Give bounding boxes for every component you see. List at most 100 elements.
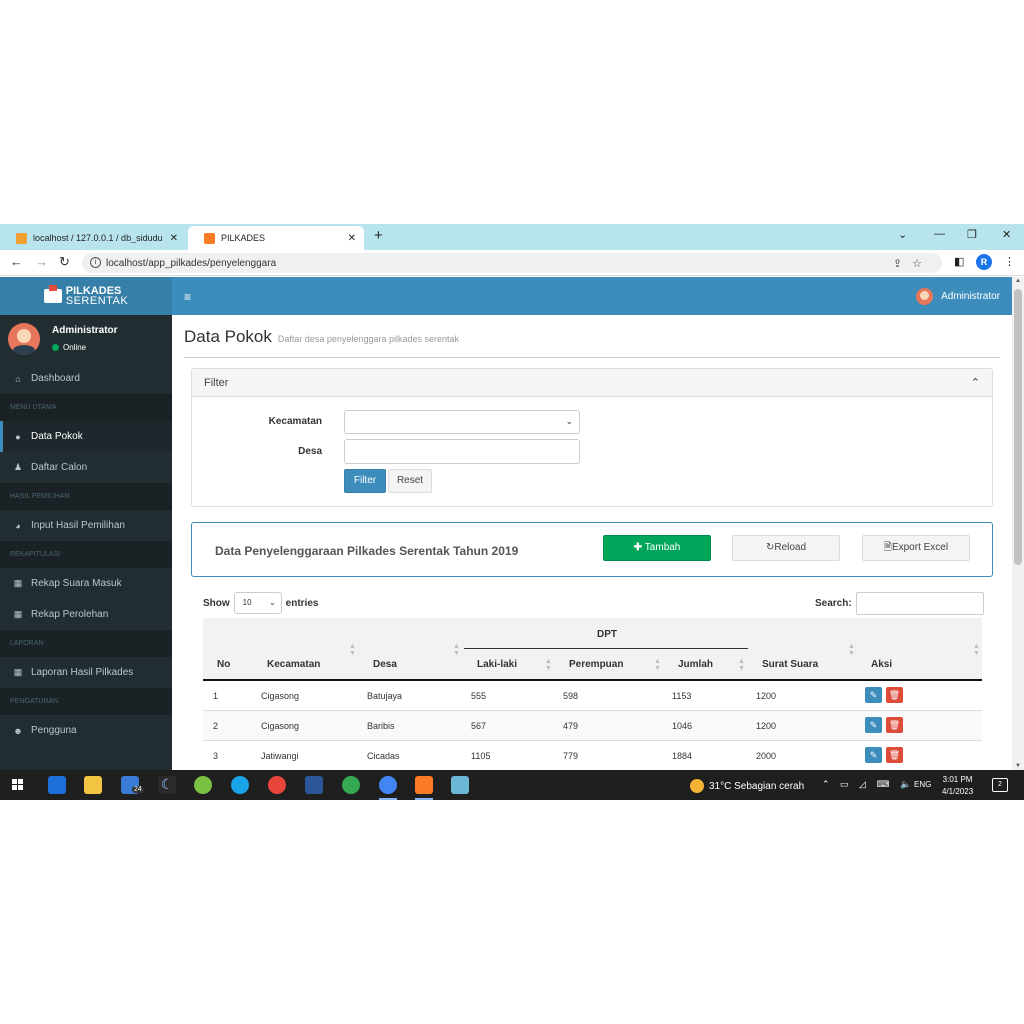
sidebar-item-rekap-perolehan[interactable]: ▦ Rekap Perolehan (0, 599, 172, 630)
user-menu[interactable]: Administrator (916, 288, 1000, 305)
xampp-taskbar-icon[interactable] (415, 776, 433, 794)
sidebar-item-label: Rekap Suara Masuk (31, 578, 122, 589)
page-scrollbar[interactable]: ▲ ▼ (1012, 277, 1024, 770)
column-header-laki-laki[interactable]: Laki-laki (477, 659, 517, 670)
site-info-icon[interactable]: i (90, 257, 101, 268)
delete-trash-icon[interactable]: 🗑 (886, 747, 903, 763)
sidebar-item-daftar-calon[interactable]: ♟ Daftar Calon (0, 452, 172, 483)
notification-icon[interactable]: 2 (992, 778, 1008, 792)
app-window: PILKADES SERENTAK Administrator Online ⌂… (0, 277, 1012, 770)
export-excel-button[interactable]: 🗎Export Excel (862, 535, 970, 561)
word-icon[interactable] (305, 776, 323, 794)
user-name: Administrator (52, 325, 118, 336)
users-icon: ☻ (13, 725, 23, 736)
column-header-perempuan[interactable]: Perempuan (569, 659, 623, 670)
column-header-kecamatan[interactable]: Kecamatan (267, 659, 320, 670)
evernote-icon[interactable] (194, 776, 212, 794)
search-input[interactable] (855, 592, 984, 615)
table-cell: 1046 (672, 721, 693, 731)
column-header-no[interactable]: No (217, 659, 230, 670)
column-header-desa[interactable]: Desa (373, 659, 397, 670)
edit-pencil-icon[interactable]: ✎ (865, 687, 882, 703)
desa-label: Desa (298, 446, 322, 457)
minimize-icon[interactable]: — (934, 228, 945, 240)
close-window-icon[interactable]: ✕ (1002, 228, 1011, 241)
clock[interactable]: 3:01 PM 4/1/2023 (942, 774, 973, 798)
reload-button[interactable]: ↻Reload (732, 535, 840, 561)
add-button[interactable]: ✚ Tambah (603, 535, 711, 561)
media-player-icon[interactable] (48, 776, 66, 794)
app-logo[interactable]: PILKADES SERENTAK (0, 277, 172, 315)
delete-trash-icon[interactable]: 🗑 (886, 687, 903, 703)
restore-icon[interactable]: ❐ (967, 228, 977, 241)
sidebar-menu: ⌂ Dashboard MENU UTAMA ● Data Pokok ♟ Daftar C… (0, 363, 172, 746)
sidebar-section-header: PENGATURAN (0, 688, 172, 715)
windows-start-icon[interactable] (12, 779, 24, 791)
hamburger-icon[interactable]: ≡ (184, 290, 191, 304)
edit-pencil-icon[interactable]: ✎ (865, 747, 882, 763)
file-explorer-icon[interactable] (84, 776, 102, 794)
sidebar-section-header: HASIL PEMILIHAN (0, 483, 172, 510)
scroll-up-icon[interactable]: ▲ (1015, 278, 1021, 284)
back-icon[interactable]: ← (10, 254, 23, 269)
pie-chart-icon: ◕ (15, 520, 21, 531)
crescent-app-icon[interactable]: ☾ (158, 776, 176, 794)
column-header-surat-suara[interactable]: Surat Suara (762, 659, 818, 670)
sidebar-item-rekap-suara-masuk[interactable]: ▦ Rekap Suara Masuk (0, 568, 172, 599)
column-header-jumlah[interactable]: Jumlah (678, 659, 713, 670)
share-bookmark-icons[interactable]: ⇪☆ (893, 257, 932, 270)
chrome-profile-r-icon[interactable] (379, 776, 397, 794)
filter-header: Filter (192, 369, 992, 397)
sidebar-item-input-hasil-pemilihan[interactable]: ◕ Input Hasil Pemilihan (0, 510, 172, 541)
page-header: Data Pokok Daftar desa penyelenggara pil… (184, 327, 459, 347)
forward-icon[interactable]: → (35, 254, 48, 269)
page-subtitle: Daftar desa penyelenggara pilkades seren… (277, 334, 460, 344)
clock-time: 3:01 PM (942, 775, 973, 784)
system-tray-icons[interactable]: ⌃ ▭ ◿ ⌨ 🔈 (822, 779, 915, 790)
reset-button[interactable]: Reset (388, 469, 432, 493)
screenshot: localhost / 127.0.0.1 / db_sidudu ✕ PILK… (0, 224, 1024, 800)
url-field[interactable]: i localhost/app_pilkades/penyelenggara ⇪… (82, 253, 942, 273)
profile-avatar[interactable]: R (976, 254, 992, 270)
tab-pilkades[interactable]: PILKADES ✕ (188, 226, 364, 250)
sidebar-item-dashboard[interactable]: ⌂ Dashboard (0, 363, 172, 394)
scrollbar-thumb[interactable] (1014, 289, 1022, 565)
sidebar-item-data-pokok[interactable]: ● Data Pokok (0, 421, 172, 452)
chrome-profile-icon[interactable] (342, 776, 360, 794)
chrome-icon[interactable] (268, 776, 286, 794)
table-cell: Batujaya (367, 691, 403, 701)
filter-button[interactable]: Filter (344, 469, 386, 493)
entries-label: entries (285, 597, 319, 609)
menu-icon[interactable]: ⋮ (1004, 255, 1015, 268)
close-tab-icon[interactable]: ✕ (170, 233, 178, 244)
page-length-value: 10 (242, 598, 252, 607)
scroll-down-icon[interactable]: ▼ (1015, 763, 1021, 769)
delete-trash-icon[interactable]: 🗑 (886, 717, 903, 733)
sidepanel-icon[interactable]: ◧ (954, 255, 964, 268)
table-cell: 2000 (756, 751, 777, 761)
data-box: Data Penyelenggaraan Pilkades Serentak T… (191, 522, 993, 577)
sidebar-item-laporan-hasil-pilkades[interactable]: ▦ Laporan Hasil Pilkades (0, 657, 172, 688)
close-tab-icon[interactable]: ✕ (348, 233, 356, 244)
notepad-icon[interactable] (451, 776, 469, 794)
page-length-select[interactable]: 10 ⌄ (233, 592, 282, 614)
address-bar: ← → ↻ i localhost/app_pilkades/penyeleng… (0, 250, 1024, 276)
edit-pencil-icon[interactable]: ✎ (865, 717, 882, 733)
data-box-title: Data Penyelenggaraan Pilkades Serentak T… (215, 544, 519, 558)
desa-input[interactable] (344, 439, 580, 464)
table-row: 1 Cigasong Batujaya 555 598 1153 1200 ✎ 🗑 (203, 681, 982, 711)
collapse-chevron-up-icon[interactable]: ⌃ (971, 376, 980, 389)
weather-widget[interactable]: 31°C Sebagian cerah (690, 779, 804, 793)
tab-phpmyadmin[interactable]: localhost / 127.0.0.1 / db_sidudu ✕ (0, 226, 186, 250)
sidebar-item-pengguna[interactable]: ☻ Pengguna (0, 715, 172, 746)
sort-icon: ▲ ▼ (349, 643, 356, 657)
edge-icon[interactable] (231, 776, 249, 794)
tab-title: PILKADES (221, 233, 266, 243)
new-tab-icon[interactable]: + (374, 227, 383, 244)
kecamatan-select[interactable]: ⌄ (344, 410, 580, 434)
tab-search-icon[interactable]: ⌄ (898, 228, 907, 241)
search-label: Search: (815, 598, 852, 609)
reload-icon[interactable]: ↻ (59, 254, 70, 270)
language-indicator[interactable]: ENG (914, 780, 931, 789)
table-cell: 479 (563, 721, 579, 731)
